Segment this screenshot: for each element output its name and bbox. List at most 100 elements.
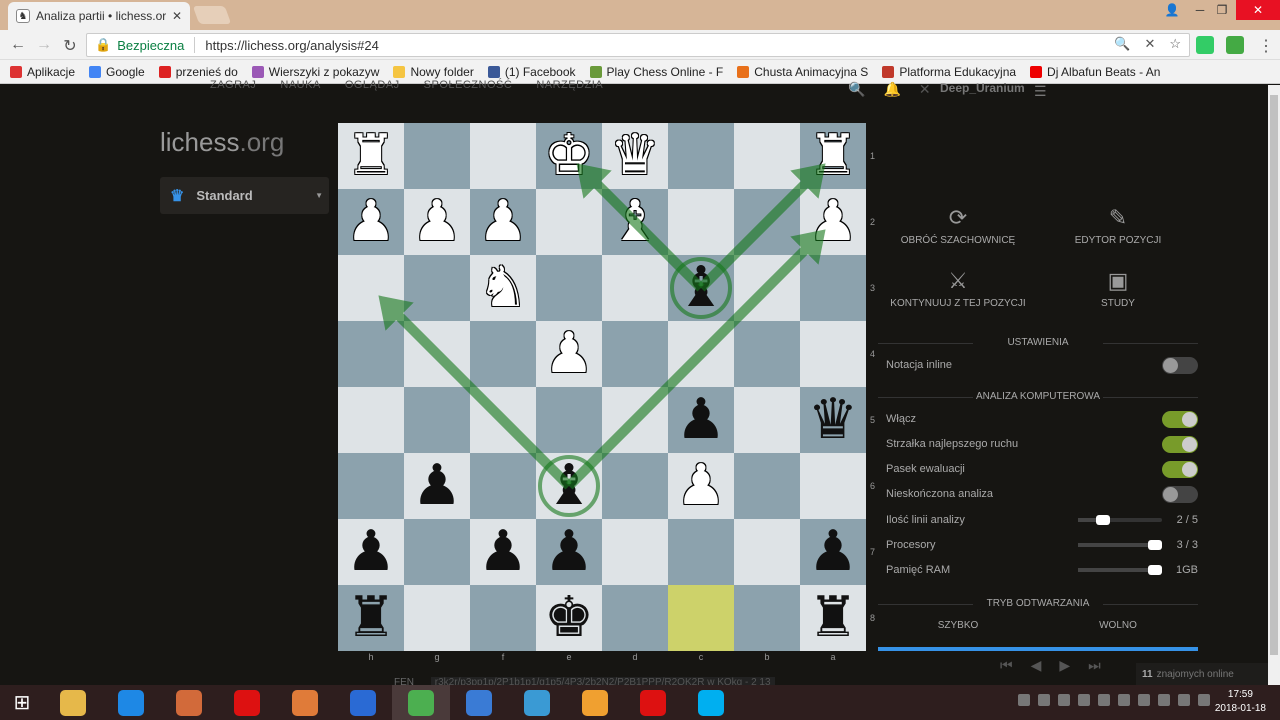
square-g3[interactable]: [404, 255, 470, 321]
chess-piece-e6[interactable]: ♝: [536, 453, 602, 519]
extension-icon[interactable]: [1196, 36, 1214, 54]
search-icon[interactable]: 🔍: [848, 81, 865, 98]
taskbar-paint-app-icon[interactable]: [160, 685, 218, 720]
bookmark-item[interactable]: Platforma Edukacyjna: [882, 65, 1016, 79]
square-d4[interactable]: [602, 321, 668, 387]
close-icon[interactable]: ✕: [1144, 36, 1155, 52]
tool-button[interactable]: ⚔ KONTYNUUJ Z TEJ POZYCJI: [878, 268, 1038, 309]
nav-item[interactable]: NAUKA: [280, 79, 320, 91]
slider-knob[interactable]: [1095, 515, 1110, 525]
tray-icon[interactable]: [1178, 694, 1190, 706]
square-a4[interactable]: [800, 321, 866, 387]
chess-piece-a2[interactable]: ♟: [800, 189, 866, 255]
bookmark-item[interactable]: (1) Facebook: [487, 65, 576, 79]
square-h4[interactable]: [338, 321, 404, 387]
omnibox[interactable]: 🔒 Bezpieczna https://lichess.org/analysi…: [86, 33, 1190, 57]
square-b3[interactable]: [734, 255, 800, 321]
taskbar-media-player-icon[interactable]: [334, 685, 392, 720]
bookmark-item[interactable]: Dj Albafun Beats - An: [1030, 65, 1160, 79]
tool-button[interactable]: ✎ EDYTOR POZYCJI: [1038, 205, 1198, 246]
bookmark-item[interactable]: przenieś do: [158, 65, 238, 79]
bookmark-item[interactable]: Play Chess Online - F: [589, 65, 723, 79]
square-d3[interactable]: [602, 255, 668, 321]
username-link[interactable]: Deep_Uranium: [940, 81, 1025, 95]
bookmark-star-icon[interactable]: ☆: [1169, 36, 1181, 52]
square-a3[interactable]: [800, 255, 866, 321]
chess-piece-a8[interactable]: ♜: [800, 585, 866, 651]
new-tab-button[interactable]: [192, 6, 232, 24]
taskbar-slides-app-icon[interactable]: [276, 685, 334, 720]
chess-piece-h7[interactable]: ♟: [338, 519, 404, 585]
tray-icon[interactable]: [1078, 694, 1090, 706]
bookmark-item[interactable]: Nowy folder: [393, 65, 474, 79]
nav-item[interactable]: OGLĄDAJ: [345, 79, 400, 91]
square-g8[interactable]: [404, 585, 470, 651]
tray-icon[interactable]: [1098, 694, 1110, 706]
maximize-button[interactable]: ❐: [1208, 0, 1236, 20]
chess-piece-d1[interactable]: ♛: [602, 123, 668, 189]
tab-close-icon[interactable]: ✕: [172, 9, 182, 23]
chess-piece-c3[interactable]: ♝: [668, 255, 734, 321]
chess-piece-f2[interactable]: ♟: [470, 189, 536, 255]
square-b4[interactable]: [734, 321, 800, 387]
square-f6[interactable]: [470, 453, 536, 519]
chess-piece-a7[interactable]: ♟: [800, 519, 866, 585]
square-d5[interactable]: [602, 387, 668, 453]
windows-start-icon[interactable]: ⊞: [0, 685, 44, 720]
back-icon[interactable]: ←: [8, 36, 28, 54]
page-scrollbar[interactable]: [1268, 85, 1280, 685]
url-text[interactable]: https://lichess.org/analysis#24: [205, 38, 378, 53]
chess-piece-a1[interactable]: ♜: [800, 123, 866, 189]
forward-icon[interactable]: →: [34, 36, 54, 54]
chess-piece-h1[interactable]: ♜: [338, 123, 404, 189]
prev-move-icon[interactable]: ◀: [1031, 657, 1042, 674]
tray-icon[interactable]: [1018, 694, 1030, 706]
setting-toggle[interactable]: [1162, 411, 1198, 428]
square-d7[interactable]: [602, 519, 668, 585]
setting-slider[interactable]: [1078, 565, 1162, 575]
square-e2[interactable]: [536, 189, 602, 255]
setting-toggle[interactable]: [1162, 461, 1198, 478]
tray-icon[interactable]: [1038, 694, 1050, 706]
speed-fast[interactable]: SZYBKO: [878, 620, 1038, 631]
taskbar-internet-explorer-icon[interactable]: [102, 685, 160, 720]
square-c1[interactable]: [668, 123, 734, 189]
square-b2[interactable]: [734, 189, 800, 255]
taskbar-file-explorer-icon[interactable]: [44, 685, 102, 720]
square-g1[interactable]: [404, 123, 470, 189]
zoom-icon[interactable]: 🔍: [1114, 36, 1130, 52]
setting-toggle[interactable]: [1162, 486, 1198, 503]
nav-item[interactable]: ZAGRAJ: [210, 79, 256, 91]
user-profile-icon[interactable]: 👤: [1158, 0, 1186, 20]
square-b8[interactable]: [734, 585, 800, 651]
taskbar-autodesk-app-icon[interactable]: [450, 685, 508, 720]
setting-slider[interactable]: [1078, 540, 1162, 550]
chess-piece-h2[interactable]: ♟: [338, 189, 404, 255]
square-b5[interactable]: [734, 387, 800, 453]
nav-item[interactable]: SPOŁECZNOŚĆ: [424, 79, 513, 91]
slider-knob[interactable]: [1148, 565, 1162, 575]
square-g5[interactable]: [404, 387, 470, 453]
reload-icon[interactable]: ↻: [60, 36, 80, 56]
square-b6[interactable]: [734, 453, 800, 519]
last-move-icon[interactable]: ⏭: [1088, 657, 1101, 674]
square-h6[interactable]: [338, 453, 404, 519]
chess-piece-e1[interactable]: ♚: [536, 123, 602, 189]
challenge-icon[interactable]: ✕: [919, 81, 931, 98]
tray-icon[interactable]: [1118, 694, 1130, 706]
speed-slow[interactable]: WOLNO: [1038, 620, 1198, 631]
square-e3[interactable]: [536, 255, 602, 321]
bell-icon[interactable]: 🔔: [883, 81, 900, 98]
bookmark-item[interactable]: Aplikacje: [10, 65, 75, 79]
chess-piece-c5[interactable]: ♟: [668, 387, 734, 453]
chess-piece-e8[interactable]: ♚: [536, 585, 602, 651]
taskbar-opera-2-icon[interactable]: [624, 685, 682, 720]
taskbar-globe-app-icon[interactable]: [508, 685, 566, 720]
square-f8[interactable]: [470, 585, 536, 651]
next-move-icon[interactable]: ▶: [1059, 657, 1070, 674]
square-e5[interactable]: [536, 387, 602, 453]
square-g7[interactable]: [404, 519, 470, 585]
inline-notation-toggle[interactable]: [1162, 357, 1198, 374]
taskbar-fl-studio-icon[interactable]: [566, 685, 624, 720]
square-c4[interactable]: [668, 321, 734, 387]
